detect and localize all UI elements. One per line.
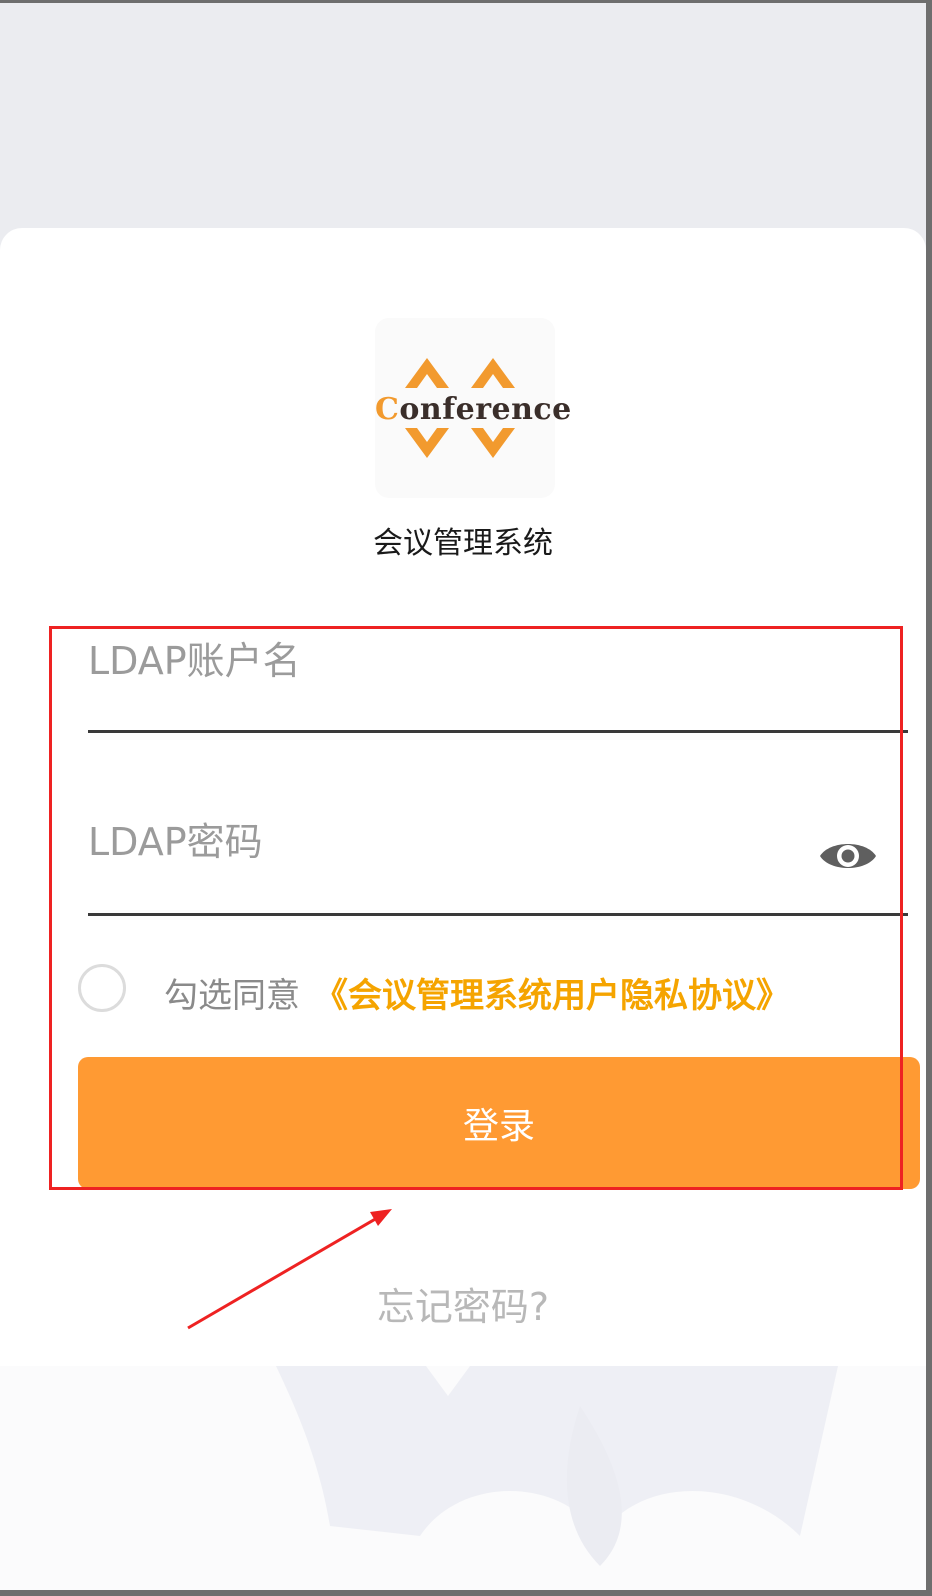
agree-checkbox[interactable] <box>78 964 126 1012</box>
username-input[interactable] <box>88 607 788 714</box>
username-field <box>88 607 908 733</box>
eye-icon[interactable] <box>818 836 878 876</box>
app-title: 会议管理系统 <box>373 526 553 561</box>
forgot-password-link[interactable]: 忘记密码? <box>0 1276 926 1331</box>
privacy-agree-row: 勾选同意 《会议管理系统用户隐私协议》 <box>78 962 918 1018</box>
password-input[interactable] <box>88 788 788 895</box>
privacy-policy-link[interactable]: 《会议管理系统用户隐私协议》 <box>314 968 790 1017</box>
logo-wordmark: Conference <box>375 392 572 427</box>
agree-label: 勾选同意 <box>164 976 300 1016</box>
window-bottom-edge <box>0 1590 932 1596</box>
login-button[interactable]: 登录 <box>78 1057 920 1189</box>
window-right-edge <box>926 0 932 1596</box>
app-logo: Conference <box>375 318 572 498</box>
background-logo-watermark <box>276 1366 838 1566</box>
password-field <box>88 788 908 916</box>
window-top-edge <box>0 0 932 3</box>
